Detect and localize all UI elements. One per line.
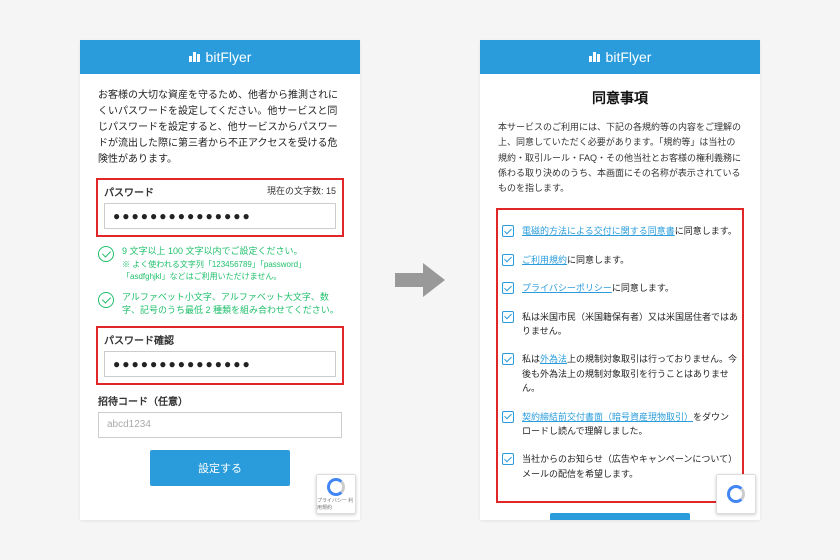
consent-item-text: ご利用規約に同意します。 (522, 253, 629, 267)
consent-link[interactable]: 外為法 (540, 354, 567, 364)
recaptcha-badge: プライバシー 利用規約 (316, 474, 356, 514)
checkbox-icon[interactable] (502, 353, 514, 365)
app-header: bitFlyer (80, 40, 360, 74)
password-rule-length: 9 文字以上 100 文字以内でご設定ください。 ※ よく使われる文字列「123… (98, 245, 342, 283)
password-confirm-label: パスワード確認 (104, 332, 174, 347)
consent-content: 同意事項 本サービスのご利用には、下記の各規約等の内容をご理解の上、同意していた… (480, 74, 760, 520)
password-setup-screen: bitFlyer お客様の大切な資産を守るため、他者から推測されにくいパスワード… (80, 40, 360, 520)
consent-item: 当社からのお知らせ（広告やキャンペーンについて）メールの配信を希望します。 (502, 452, 738, 481)
flow-arrow-icon (390, 263, 450, 297)
recaptcha-icon (327, 478, 345, 496)
consent-item-text: プライバシーポリシーに同意します。 (522, 281, 674, 295)
consent-item-text: 当社からのお知らせ（広告やキャンペーンについて）メールの配信を希望します。 (522, 452, 738, 481)
recaptcha-badge (716, 474, 756, 514)
password-field-block: パスワード 現在の文字数: 15 ●●●●●●●●●●●●●●● (98, 180, 342, 235)
brand-name: bitFlyer (206, 49, 252, 65)
password-rule-complexity: アルファベット小文字、アルファベット大文字、数字、記号のうち最低 2 種類を組み… (98, 291, 342, 318)
agree-button[interactable]: 同意する (550, 513, 690, 520)
consent-link[interactable]: 電磁的方法による交付に関する同意書 (522, 226, 675, 236)
consent-item: 私は米国市民（米国籍保有者）又は米国居住者ではありません。 (502, 310, 738, 339)
password-confirm-input[interactable]: ●●●●●●●●●●●●●●● (104, 351, 336, 377)
consent-item-text: 契約締結前交付書面（暗号資産現物取引）をダウンロードし読んで理解しました。 (522, 410, 738, 439)
set-password-button[interactable]: 設定する (150, 450, 290, 486)
consent-screen: bitFlyer 同意事項 本サービスのご利用には、下記の各規約等の内容をご理解… (480, 40, 760, 520)
checkbox-icon[interactable] (502, 225, 514, 237)
consent-item-text: 私は米国市民（米国籍保有者）又は米国居住者ではありません。 (522, 310, 738, 339)
password-confirm-block: パスワード確認 ●●●●●●●●●●●●●●● (98, 328, 342, 383)
password-input[interactable]: ●●●●●●●●●●●●●●● (104, 203, 336, 229)
consent-link[interactable]: 契約締結前交付書面（暗号資産現物取引） (522, 412, 693, 422)
consent-title: 同意事項 (498, 88, 742, 108)
bitflyer-logo-icon (189, 52, 200, 62)
consent-link[interactable]: ご利用規約 (522, 255, 567, 265)
consent-item: 私は外為法上の規制対象取引は行っておりません。今後も外為法上の規制対象取引を行う… (502, 352, 738, 395)
checkbox-icon[interactable] (502, 453, 514, 465)
brand-name: bitFlyer (606, 49, 652, 65)
consent-item: 電磁的方法による交付に関する同意書に同意します。 (502, 224, 738, 238)
password-intro-text: お客様の大切な資産を守るため、他者から推測されにくいパスワードを設定してください… (98, 88, 342, 168)
invite-code-label: 招待コード（任意） (98, 393, 342, 408)
consent-intro-text: 本サービスのご利用には、下記の各規約等の内容をご理解の上、同意していただく必要が… (498, 120, 742, 196)
bitflyer-logo-icon (589, 52, 600, 62)
consent-link[interactable]: プライバシーポリシー (522, 283, 612, 293)
password-charcount: 現在の文字数: 15 (267, 184, 336, 199)
check-circle-icon (98, 246, 114, 262)
consent-item-text: 私は外為法上の規制対象取引は行っておりません。今後も外為法上の規制対象取引を行う… (522, 352, 738, 395)
password-label: パスワード (104, 184, 154, 199)
invite-code-input[interactable]: abcd1234 (98, 412, 342, 438)
consent-item-text: 電磁的方法による交付に関する同意書に同意します。 (522, 224, 737, 238)
check-circle-icon (98, 292, 114, 308)
consent-item: 契約締結前交付書面（暗号資産現物取引）をダウンロードし読んで理解しました。 (502, 410, 738, 439)
checkbox-icon[interactable] (502, 254, 514, 266)
recaptcha-icon (727, 485, 745, 503)
checkbox-icon[interactable] (502, 311, 514, 323)
password-content: お客様の大切な資産を守るため、他者から推測されにくいパスワードを設定してください… (80, 74, 360, 520)
checkbox-icon[interactable] (502, 411, 514, 423)
checkbox-icon[interactable] (502, 282, 514, 294)
consent-item: プライバシーポリシーに同意します。 (502, 281, 738, 295)
consent-checklist: 電磁的方法による交付に関する同意書に同意します。ご利用規約に同意します。プライバ… (498, 210, 742, 501)
consent-item: ご利用規約に同意します。 (502, 253, 738, 267)
app-header: bitFlyer (480, 40, 760, 74)
